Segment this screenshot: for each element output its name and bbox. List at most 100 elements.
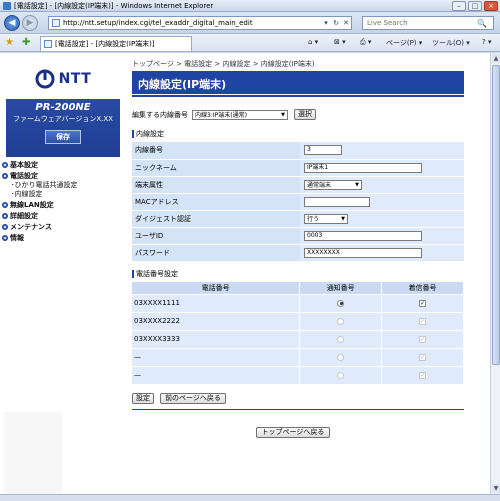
set-button[interactable]: 設定 <box>132 393 154 404</box>
save-button[interactable]: 保存 <box>45 130 81 144</box>
breadcrumb[interactable]: トップページ > 電話設定 > 内線設定 > 内線設定(IP端末) <box>132 59 315 69</box>
incoming-checkbox[interactable]: ✓ <box>419 353 427 361</box>
search-icon[interactable]: 🔍 <box>475 19 489 28</box>
sidebar-item-advanced[interactable]: 詳細設定 <box>2 210 126 221</box>
sidebar-subitem-extension[interactable]: ･内線設定 <box>2 190 126 199</box>
add-favorite-icon[interactable]: ✚ <box>22 37 30 48</box>
sidebar-item-info[interactable]: 情報 <box>2 232 126 243</box>
vertical-scrollbar[interactable]: ▲ ▼ <box>490 53 500 494</box>
section-marker <box>132 270 134 278</box>
sidebar-item-label: メンテナンス <box>10 222 52 231</box>
mac-address-input[interactable] <box>304 196 370 207</box>
help-icon[interactable]: ? ▾ <box>482 38 491 46</box>
status-bar <box>0 494 500 501</box>
nickname-input[interactable]: IP端末1 <box>304 162 422 173</box>
column-header-incoming: 着信番号 <box>381 282 464 294</box>
digest-auth-select[interactable]: 行う ▼ <box>304 213 348 224</box>
menu-bullet-icon <box>2 234 8 241</box>
minimize-button[interactable]: – <box>452 0 466 11</box>
user-id-input[interactable]: 0003 <box>304 230 422 241</box>
model-info-box: PR-200NE ファームウェアバージョンX.XX 保存 <box>6 99 120 157</box>
model-name: PR-200NE <box>35 102 91 113</box>
field-label: パスワード <box>132 244 300 262</box>
table-row: 03XXXX1111 ✓ <box>132 293 464 312</box>
menu-bullet-icon <box>2 223 8 230</box>
sidebar-item-maintenance[interactable]: メンテナンス <box>2 221 126 232</box>
scroll-thumb[interactable] <box>492 65 500 365</box>
page-title-bar: 内線設定(IP端末) <box>132 71 464 97</box>
section-heading-phone: 電話番号設定 <box>132 269 178 279</box>
column-header-notify: 通知番号 <box>299 282 383 294</box>
phone-number-cell: 03XXXX1111 <box>132 293 301 312</box>
incoming-checkbox[interactable]: ✓ <box>419 299 427 307</box>
extension-form-table: 内線番号 3 ニックネーム IP端末1 端末属性 通常端末 ▼ MACアドレス <box>132 142 464 262</box>
back-page-button[interactable]: 前のページへ戻る <box>160 393 226 404</box>
back-button[interactable]: ◀ <box>4 15 20 31</box>
stop-icon[interactable]: ✕ <box>341 19 351 27</box>
field-label: ユーザID <box>132 227 300 245</box>
favorites-star-icon[interactable]: ★ <box>5 37 14 48</box>
terminal-attr-select[interactable]: 通常端末 ▼ <box>304 179 362 190</box>
ext-number-input[interactable]: 3 <box>304 145 342 156</box>
notify-radio[interactable] <box>337 317 345 325</box>
maximize-button[interactable]: □ <box>468 0 482 11</box>
feeds-icon[interactable]: ⊠ ▾ <box>334 38 346 46</box>
chevron-down-icon: ▼ <box>281 111 285 118</box>
home-icon[interactable]: ⌂ ▾ <box>308 38 318 46</box>
sidebar-item-wireless-lan[interactable]: 無線LAN設定 <box>2 199 126 210</box>
incoming-checkbox[interactable]: ✓ <box>419 371 427 379</box>
scroll-up-icon[interactable]: ▲ <box>492 54 500 63</box>
search-box[interactable]: 🔍 <box>362 16 494 30</box>
form-row-mac: MACアドレス <box>132 193 464 211</box>
menu-bullet-icon <box>2 161 8 168</box>
extension-select-row: 編集する内線番号 内線3:IP端末(通常) ▼ 選択 <box>132 109 316 120</box>
close-window-button[interactable]: × <box>484 0 498 11</box>
menu-bullet-icon <box>2 212 8 219</box>
notify-radio[interactable] <box>337 353 345 361</box>
address-bar[interactable]: http://ntt.setup/index.cgi/tel_exaddr_di… <box>48 16 352 30</box>
sidebar-item-label: 基本設定 <box>10 160 38 169</box>
url-text[interactable]: http://ntt.setup/index.cgi/tel_exaddr_di… <box>63 19 321 27</box>
page-title: 内線設定(IP端末) <box>138 78 227 91</box>
extension-select[interactable]: 内線3:IP端末(通常) ▼ <box>192 109 288 120</box>
incoming-checkbox[interactable]: ✓ <box>419 335 427 343</box>
incoming-checkbox[interactable]: ✓ <box>419 317 427 325</box>
url-dropdown-icon[interactable]: ▾ <box>321 19 331 27</box>
sidebar-item-basic[interactable]: 基本設定 <box>2 159 126 170</box>
digest-auth-value: 行う <box>307 216 320 223</box>
search-input[interactable] <box>363 19 475 27</box>
refresh-icon[interactable]: ↻ <box>331 19 341 27</box>
notify-radio[interactable] <box>337 335 345 343</box>
tools-menu[interactable]: ツール(O) ▾ <box>432 38 470 48</box>
window-titlebar: [電話設定] - [内線設定(IP端末)] - Windows Internet… <box>0 0 500 12</box>
password-input[interactable]: XXXXXXXX <box>304 247 422 258</box>
scroll-down-icon[interactable]: ▼ <box>492 484 500 493</box>
column-header-number: 電話番号 <box>132 282 301 294</box>
ie-app-icon <box>3 1 11 10</box>
chevron-down-icon: ▼ <box>341 215 345 222</box>
form-row-digest: ダイジェスト認証 行う ▼ <box>132 210 464 228</box>
tab-page-icon <box>44 40 52 48</box>
print-icon[interactable]: ⎙ ▾ <box>360 38 371 47</box>
tab-label: [電話設定] - [内線設定(IP端末)] <box>55 40 155 48</box>
sidebar-item-label: 情報 <box>10 233 24 242</box>
notify-radio[interactable] <box>337 371 345 379</box>
select-button[interactable]: 選択 <box>294 109 316 120</box>
phone-number-cell: — <box>132 365 301 384</box>
notify-radio[interactable] <box>337 299 345 307</box>
top-page-button[interactable]: トップページへ戻る <box>256 427 330 438</box>
menu-bullet-icon <box>2 201 8 208</box>
sidebar-item-phone[interactable]: 電話設定 <box>2 170 126 181</box>
page-menu[interactable]: ページ(P) ▾ <box>386 38 422 48</box>
field-label: ダイジェスト認証 <box>132 210 300 228</box>
table-header-row: 電話番号 通知番号 着信番号 <box>132 282 464 294</box>
ntt-logo-icon <box>35 69 55 89</box>
chevron-down-icon: ▼ <box>355 181 359 188</box>
field-label: 端末属性 <box>132 176 300 194</box>
browser-tab[interactable]: [電話設定] - [内線設定(IP端末)] <box>40 36 192 51</box>
form-row-nickname: ニックネーム IP端末1 <box>132 159 464 177</box>
forward-button[interactable]: ▶ <box>22 15 38 31</box>
section-title: 内線設定 <box>136 130 164 138</box>
sidebar-subitem-hikari-common[interactable]: ･ひかり電話共通設定 <box>2 181 126 190</box>
title-underline <box>132 95 464 97</box>
